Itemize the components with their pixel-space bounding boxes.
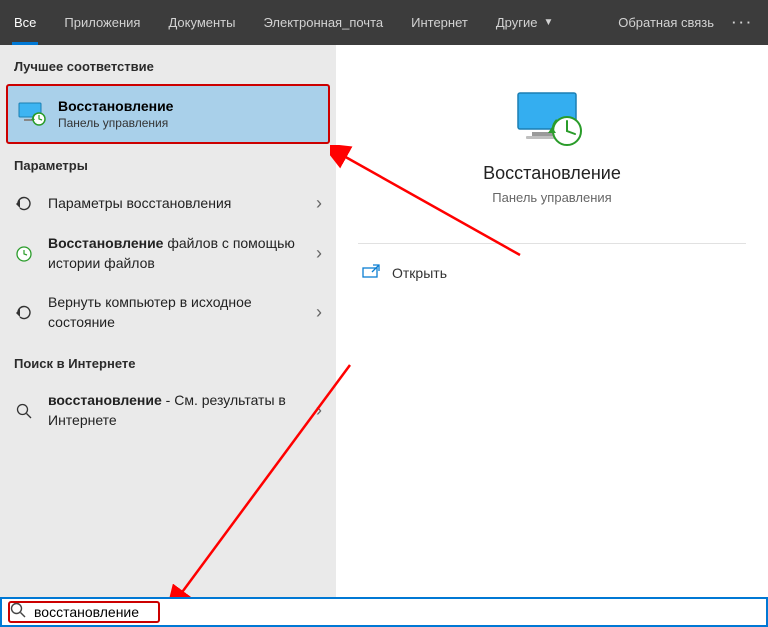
results-panel: Лучшее соответствие Восстановление Панел… — [0, 45, 336, 597]
tab-internet[interactable]: Интернет — [397, 0, 482, 45]
section-best-header: Лучшее соответствие — [0, 45, 336, 84]
monitor-clock-icon — [18, 100, 46, 128]
result-file-history[interactable]: Восстановление файлов с помощью истории … — [0, 224, 336, 283]
section-web-header: Поиск в Интернете — [0, 342, 336, 381]
tab-docs[interactable]: Документы — [154, 0, 249, 45]
feedback-link[interactable]: Обратная связь — [604, 0, 728, 45]
result-reset-pc[interactable]: Вернуть компьютер в исходное состояние › — [0, 283, 336, 342]
chevron-right-icon: › — [316, 193, 322, 214]
section-params-header: Параметры — [0, 144, 336, 183]
tab-all[interactable]: Все — [0, 0, 50, 45]
result-recovery-panel[interactable]: Восстановление Панель управления — [6, 84, 330, 144]
file-history-icon — [14, 245, 34, 263]
search-icon — [14, 403, 34, 419]
divider — [358, 243, 746, 244]
top-tabs-bar: Все Приложения Документы Электронная_поч… — [0, 0, 768, 45]
result-label: Вернуть компьютер в исходное состояние — [48, 293, 302, 332]
open-label: Открыть — [392, 265, 447, 281]
open-action[interactable]: Открыть — [336, 254, 768, 291]
tab-other[interactable]: Другие ▼ — [482, 0, 568, 45]
result-web-search[interactable]: восстановление - См. результаты в Интерн… — [0, 381, 336, 440]
result-label: Восстановление файлов с помощью истории … — [48, 234, 302, 273]
preview-panel: Восстановление Панель управления Открыть — [336, 45, 768, 597]
monitor-clock-icon — [512, 89, 592, 149]
tab-email[interactable]: Электронная_почта — [249, 0, 397, 45]
more-icon[interactable]: ··· — [728, 0, 768, 45]
search-bar[interactable] — [0, 597, 768, 627]
search-input[interactable] — [34, 604, 758, 620]
preview-sub: Панель управления — [492, 190, 611, 205]
hero-sub: Панель управления — [58, 116, 173, 130]
result-label: восстановление - См. результаты в Интерн… — [48, 391, 302, 430]
result-recovery-settings[interactable]: Параметры восстановления › — [0, 183, 336, 224]
chevron-right-icon: › — [316, 243, 322, 264]
tab-apps[interactable]: Приложения — [50, 0, 154, 45]
result-label: Параметры восстановления — [48, 194, 302, 214]
preview-title: Восстановление — [483, 163, 621, 184]
chevron-down-icon: ▼ — [543, 17, 553, 28]
search-icon — [10, 602, 26, 623]
reset-pc-icon — [14, 304, 34, 322]
open-icon — [362, 264, 380, 281]
hero-title: Восстановление — [58, 98, 173, 114]
recovery-settings-icon — [14, 195, 34, 213]
chevron-right-icon: › — [316, 302, 322, 323]
chevron-right-icon: › — [316, 400, 322, 421]
